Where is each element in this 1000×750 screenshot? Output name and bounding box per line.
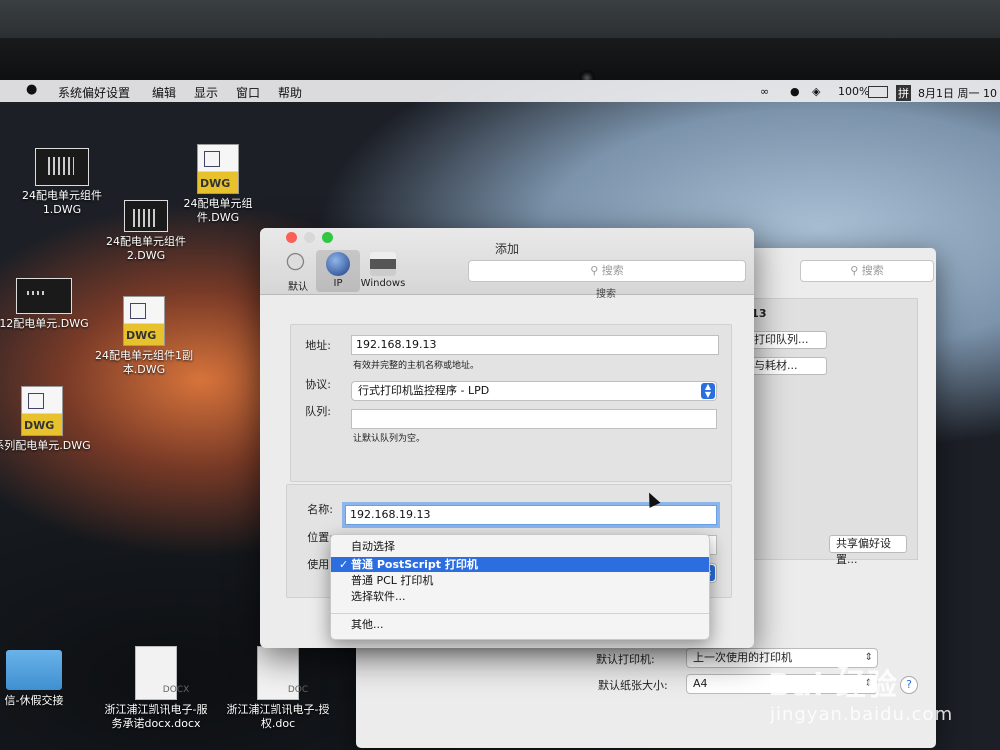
- printer-detail-panel: .13 打印队列... 与耗材... 共享偏好设置...: [746, 298, 918, 566]
- dialog-toolbar: 添加 默认 IP Windows ⚲ 搜索 搜索: [260, 228, 754, 300]
- protocol-label: 协议:: [305, 378, 331, 391]
- dwg-file-icon: DWG: [197, 144, 239, 194]
- menu-edit[interactable]: 编辑: [152, 84, 176, 101]
- globe-icon: [326, 252, 350, 276]
- monitor-bezel: [0, 38, 1000, 83]
- queue-label: 队列:: [305, 405, 331, 418]
- name-label: 名称:: [307, 503, 333, 516]
- options-supplies-button[interactable]: 与耗材...: [747, 357, 827, 375]
- magnifier-icon: [285, 252, 311, 276]
- menubar: ● 系统偏好设置 编辑 显示 窗口 帮助 ∞ ● ◈ 100% 拼 8月1日 周…: [0, 80, 1000, 102]
- menu-help[interactable]: 帮助: [278, 84, 302, 101]
- chevron-updown-icon: ▲▼: [701, 383, 715, 399]
- location-label: 位置:: [307, 531, 333, 544]
- menu-system-preferences[interactable]: 系统偏好设置: [58, 84, 130, 101]
- queue-hint: 让默认队列为空。: [353, 434, 426, 444]
- qq-icon[interactable]: ●: [790, 85, 800, 98]
- address-field[interactable]: 192.168.19.13: [351, 335, 719, 355]
- doc-file-icon: DOC: [257, 646, 308, 700]
- desktop-icon-dwg-3[interactable]: 24配电单元组件 2.DWG: [96, 200, 196, 263]
- ip-settings-group: 地址: 192.168.19.13 有效并完整的主机名称或地址。 协议: 行式打…: [290, 324, 732, 482]
- docx-file-icon: DOCX: [135, 646, 189, 700]
- desktop-icon-label: 24配电单元组件1副 本.DWG: [95, 349, 193, 376]
- folder-icon: [6, 650, 62, 690]
- printer-icon: [370, 252, 396, 276]
- desktop-icon-dwg-4[interactable]: 12配电单元.DWG: [0, 278, 94, 331]
- address-hint: 有效并完整的主机名称或地址。: [353, 361, 480, 371]
- search-icon: ⚲: [590, 264, 602, 277]
- creative-cloud-icon[interactable]: ∞: [760, 85, 769, 98]
- dwg-file-icon: [16, 278, 72, 314]
- menu-window[interactable]: 窗口: [236, 84, 260, 101]
- desktop-icon-label: 浙江浦江凯讯电子-授 权.doc: [226, 703, 330, 730]
- wifi-icon[interactable]: ◈: [812, 85, 820, 98]
- dwg-file-icon: [124, 200, 168, 232]
- toolbar-default[interactable]: 默认: [276, 250, 320, 293]
- toolbar-ip[interactable]: IP: [316, 250, 360, 292]
- menu-item-generic-pcl[interactable]: 普通 PCL 打印机: [331, 573, 709, 588]
- dwg-file-icon: DWG: [21, 386, 63, 436]
- search-icon: ⚲: [850, 264, 862, 277]
- menu-item-auto-select[interactable]: 自动选择: [331, 539, 709, 554]
- open-print-queue-button[interactable]: 打印队列...: [747, 331, 827, 349]
- default-printer-label: 默认打印机:: [596, 653, 655, 666]
- search-caption: 搜索: [596, 289, 616, 300]
- dwg-file-icon: [35, 148, 89, 186]
- menu-item-select-software[interactable]: 选择软件...: [331, 589, 709, 604]
- desktop-icon-dwg-6[interactable]: DWG 系列配电单元.DWG: [0, 386, 92, 453]
- desktop-icon-label: 信-休假交接: [4, 694, 64, 707]
- menu-item-generic-postscript[interactable]: ✓ 普通 PostScript 打印机: [331, 557, 709, 572]
- input-method-icon[interactable]: 拼: [896, 85, 911, 101]
- name-field[interactable]: 192.168.19.13: [345, 505, 717, 525]
- desktop-icon-label: 浙江浦江凯讯电子-服 务承诺docx.docx: [104, 703, 208, 730]
- paper-size-label: 默认纸张大小:: [598, 679, 668, 692]
- menu-item-other[interactable]: 其他...: [331, 617, 709, 632]
- address-label: 地址:: [305, 339, 331, 352]
- help-button[interactable]: ?: [900, 676, 918, 694]
- desktop-icon-label: 12配电单元.DWG: [0, 317, 89, 330]
- sharing-preferences-button[interactable]: 共享偏好设置...: [829, 535, 907, 566]
- prefs-search-field[interactable]: ⚲ 搜索: [800, 260, 934, 282]
- watermark-url: jingyan.baidu.com: [770, 704, 954, 725]
- desktop-icon-docx[interactable]: DOCX 浙江浦江凯讯电子-服 务承诺docx.docx: [104, 646, 208, 731]
- protocol-select[interactable]: 行式打印机监控程序 - LPD ▲ ▼: [351, 381, 717, 401]
- desktop-icon-folder[interactable]: 信-休假交接: [0, 650, 84, 708]
- apple-menu-icon[interactable]: ●: [26, 82, 37, 97]
- checkmark-icon: ✓: [339, 558, 349, 571]
- menubar-clock[interactable]: 8月1日 周一 10: [918, 85, 997, 101]
- desktop-icon-dwg-5[interactable]: DWG 24配电单元组件1副 本.DWG: [94, 296, 194, 377]
- menu-view[interactable]: 显示: [194, 84, 218, 101]
- desktop-icon-label: 24配电单元组件 2.DWG: [106, 235, 186, 262]
- desktop-icon-doc[interactable]: DOC 浙江浦江凯讯电子-授 权.doc: [226, 646, 330, 731]
- watermark-logo: Bai 经验: [768, 668, 898, 703]
- battery-icon[interactable]: [868, 86, 888, 98]
- menu-separator: [331, 613, 709, 614]
- dwg-file-icon: DWG: [123, 296, 165, 346]
- battery-percent: 100%: [838, 85, 870, 98]
- desktop-icon-label: 系列配电单元.DWG: [0, 439, 91, 452]
- dialog-search-field[interactable]: ⚲ 搜索: [468, 260, 746, 282]
- queue-field[interactable]: [351, 409, 717, 429]
- use-label: 使用:: [307, 558, 333, 571]
- toolbar-windows[interactable]: Windows: [356, 250, 410, 292]
- driver-dropdown-menu: 自动选择 ✓ 普通 PostScript 打印机 普通 PCL 打印机 选择软件…: [330, 534, 710, 640]
